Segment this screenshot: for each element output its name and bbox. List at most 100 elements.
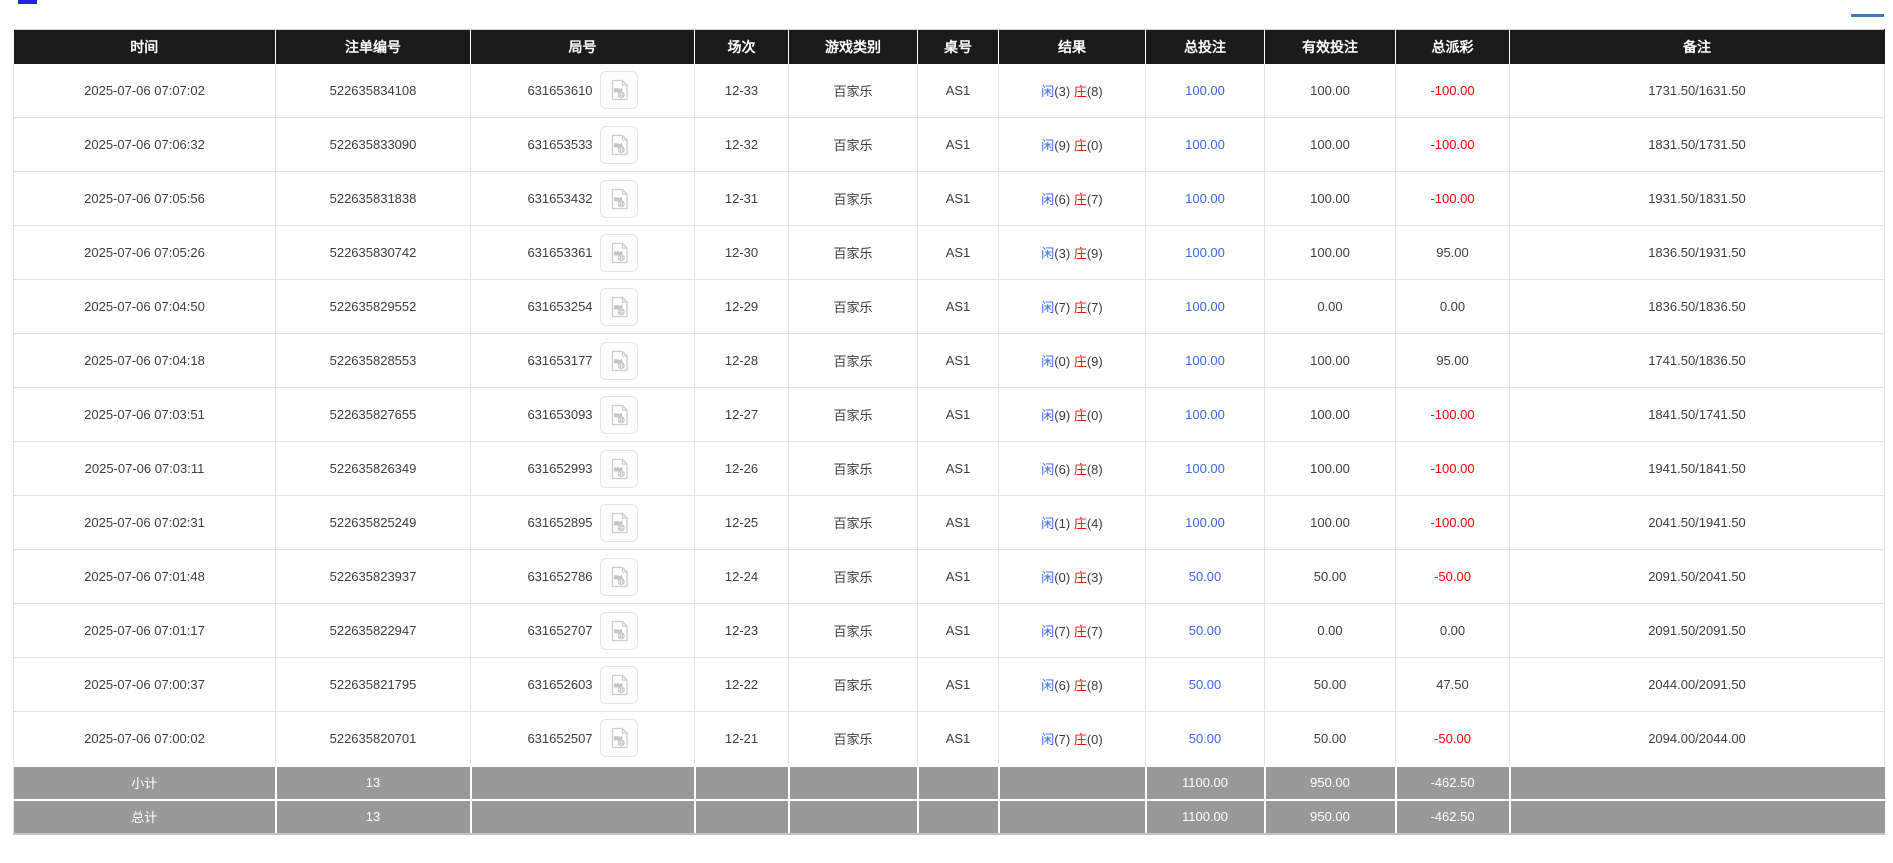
- table-row: 2025-07-06 07:05:56 522635831838 6316534…: [14, 172, 1885, 226]
- total-bet-link[interactable]: 100.00: [1146, 280, 1265, 334]
- table-header: 时间 注单编号 局号 场次 游戏类别 桌号 结果 总投注 有效投注 总派彩 备注: [14, 30, 1885, 64]
- video-replay-icon: [607, 78, 631, 102]
- remark-cell: 1741.50/1836.50: [1510, 334, 1885, 388]
- video-replay-button[interactable]: [600, 612, 638, 650]
- summary-payout: -462.50: [1396, 766, 1510, 800]
- video-replay-button[interactable]: [600, 558, 638, 596]
- summary-payout: -462.50: [1396, 800, 1510, 834]
- valid-bet-cell: 0.00: [1265, 280, 1396, 334]
- truncated-link-marker[interactable]: [18, 0, 37, 4]
- total-bet-link[interactable]: 100.00: [1146, 442, 1265, 496]
- result-cell: 闲(6) 庄(8): [999, 658, 1146, 712]
- payout-cell: -100.00: [1396, 118, 1510, 172]
- total-bet-link[interactable]: 100.00: [1146, 334, 1265, 388]
- result-banker-label: 庄: [1074, 678, 1087, 693]
- total-bet-link[interactable]: 50.00: [1146, 550, 1265, 604]
- result-banker-points: (7): [1087, 192, 1103, 207]
- summary-table-no: [918, 800, 999, 834]
- summary-row: 总计 13 1100.00 950.00 -462.50: [14, 800, 1885, 834]
- video-replay-button[interactable]: [600, 126, 638, 164]
- result-cell: 闲(7) 庄(0): [999, 712, 1146, 766]
- video-replay-button[interactable]: [600, 504, 638, 542]
- video-replay-icon: [607, 187, 631, 211]
- time-cell: 2025-07-06 07:01:48: [14, 550, 276, 604]
- total-bet-link[interactable]: 50.00: [1146, 604, 1265, 658]
- result-player-label: 闲: [1041, 138, 1054, 153]
- col-header-payout: 总派彩: [1396, 30, 1510, 64]
- valid-bet-cell: 50.00: [1265, 550, 1396, 604]
- session-cell: 12-24: [695, 550, 789, 604]
- bet-id-cell: 522635825249: [276, 496, 471, 550]
- table-no-cell: AS1: [918, 712, 999, 766]
- result-player-points: (1): [1054, 516, 1070, 531]
- total-bet-link[interactable]: 100.00: [1146, 226, 1265, 280]
- valid-bet-cell: 50.00: [1265, 712, 1396, 766]
- summary-session: [695, 766, 789, 800]
- summary-round: [471, 800, 695, 834]
- remark-cell: 2091.50/2041.50: [1510, 550, 1885, 604]
- bet-records-table: 时间 注单编号 局号 场次 游戏类别 桌号 结果 总投注 有效投注 总派彩 备注…: [13, 29, 1885, 835]
- round-id: 631653254: [527, 299, 592, 314]
- summary-remark: [1510, 800, 1885, 834]
- result-player-label: 闲: [1041, 192, 1054, 207]
- time-cell: 2025-07-06 07:01:17: [14, 604, 276, 658]
- video-replay-button[interactable]: [600, 342, 638, 380]
- result-player-points: (6): [1054, 462, 1070, 477]
- total-bet-link[interactable]: 50.00: [1146, 712, 1265, 766]
- summary-total-bet: 1100.00: [1146, 766, 1265, 800]
- table-row: 2025-07-06 07:06:32 522635833090 6316535…: [14, 118, 1885, 172]
- result-cell: 闲(3) 庄(8): [999, 64, 1146, 118]
- video-replay-button[interactable]: [600, 234, 638, 272]
- video-replay-button[interactable]: [600, 666, 638, 704]
- video-replay-button[interactable]: [600, 180, 638, 218]
- summary-valid-bet: 950.00: [1265, 766, 1396, 800]
- game-type-cell: 百家乐: [789, 334, 918, 388]
- result-banker-points: (8): [1087, 84, 1103, 99]
- result-banker-label: 庄: [1074, 732, 1087, 747]
- table-row: 2025-07-06 07:01:17 522635822947 6316527…: [14, 604, 1885, 658]
- summary-valid-bet: 950.00: [1265, 800, 1396, 834]
- table-no-cell: AS1: [918, 388, 999, 442]
- bet-id-cell: 522635831838: [276, 172, 471, 226]
- round-id: 631653432: [527, 191, 592, 206]
- video-replay-button[interactable]: [600, 450, 638, 488]
- total-bet-link[interactable]: 100.00: [1146, 496, 1265, 550]
- video-replay-icon: [607, 403, 631, 427]
- round-id: 631652993: [527, 461, 592, 476]
- result-player-label: 闲: [1041, 516, 1054, 531]
- result-player-label: 闲: [1041, 354, 1054, 369]
- total-bet-link[interactable]: 100.00: [1146, 172, 1265, 226]
- video-replay-button[interactable]: [600, 288, 638, 326]
- valid-bet-cell: 100.00: [1265, 64, 1396, 118]
- summary-count: 13: [276, 766, 471, 800]
- bet-id-cell: 522635830742: [276, 226, 471, 280]
- table-no-cell: AS1: [918, 172, 999, 226]
- total-bet-link[interactable]: 50.00: [1146, 658, 1265, 712]
- scroll-indicator-bar[interactable]: [1851, 14, 1884, 17]
- result-player-label: 闲: [1041, 678, 1054, 693]
- result-cell: 闲(1) 庄(4): [999, 496, 1146, 550]
- payout-cell: 95.00: [1396, 334, 1510, 388]
- result-cell: 闲(6) 庄(7): [999, 172, 1146, 226]
- result-player-label: 闲: [1041, 408, 1054, 423]
- session-cell: 12-31: [695, 172, 789, 226]
- session-cell: 12-22: [695, 658, 789, 712]
- video-replay-button[interactable]: [600, 71, 638, 109]
- bet-id-cell: 522635833090: [276, 118, 471, 172]
- result-player-points: (6): [1054, 678, 1070, 693]
- result-player-points: (3): [1054, 246, 1070, 261]
- remark-cell: 1931.50/1831.50: [1510, 172, 1885, 226]
- col-header-round: 局号: [471, 30, 695, 64]
- video-replay-button[interactable]: [600, 396, 638, 434]
- total-bet-link[interactable]: 100.00: [1146, 118, 1265, 172]
- payout-cell: 47.50: [1396, 658, 1510, 712]
- result-cell: 闲(6) 庄(8): [999, 442, 1146, 496]
- result-banker-label: 庄: [1074, 462, 1087, 477]
- result-player-label: 闲: [1041, 624, 1054, 639]
- round-cell: 631653610: [471, 64, 695, 118]
- result-banker-points: (8): [1087, 462, 1103, 477]
- col-header-total-bet: 总投注: [1146, 30, 1265, 64]
- total-bet-link[interactable]: 100.00: [1146, 388, 1265, 442]
- total-bet-link[interactable]: 100.00: [1146, 64, 1265, 118]
- video-replay-button[interactable]: [600, 719, 638, 757]
